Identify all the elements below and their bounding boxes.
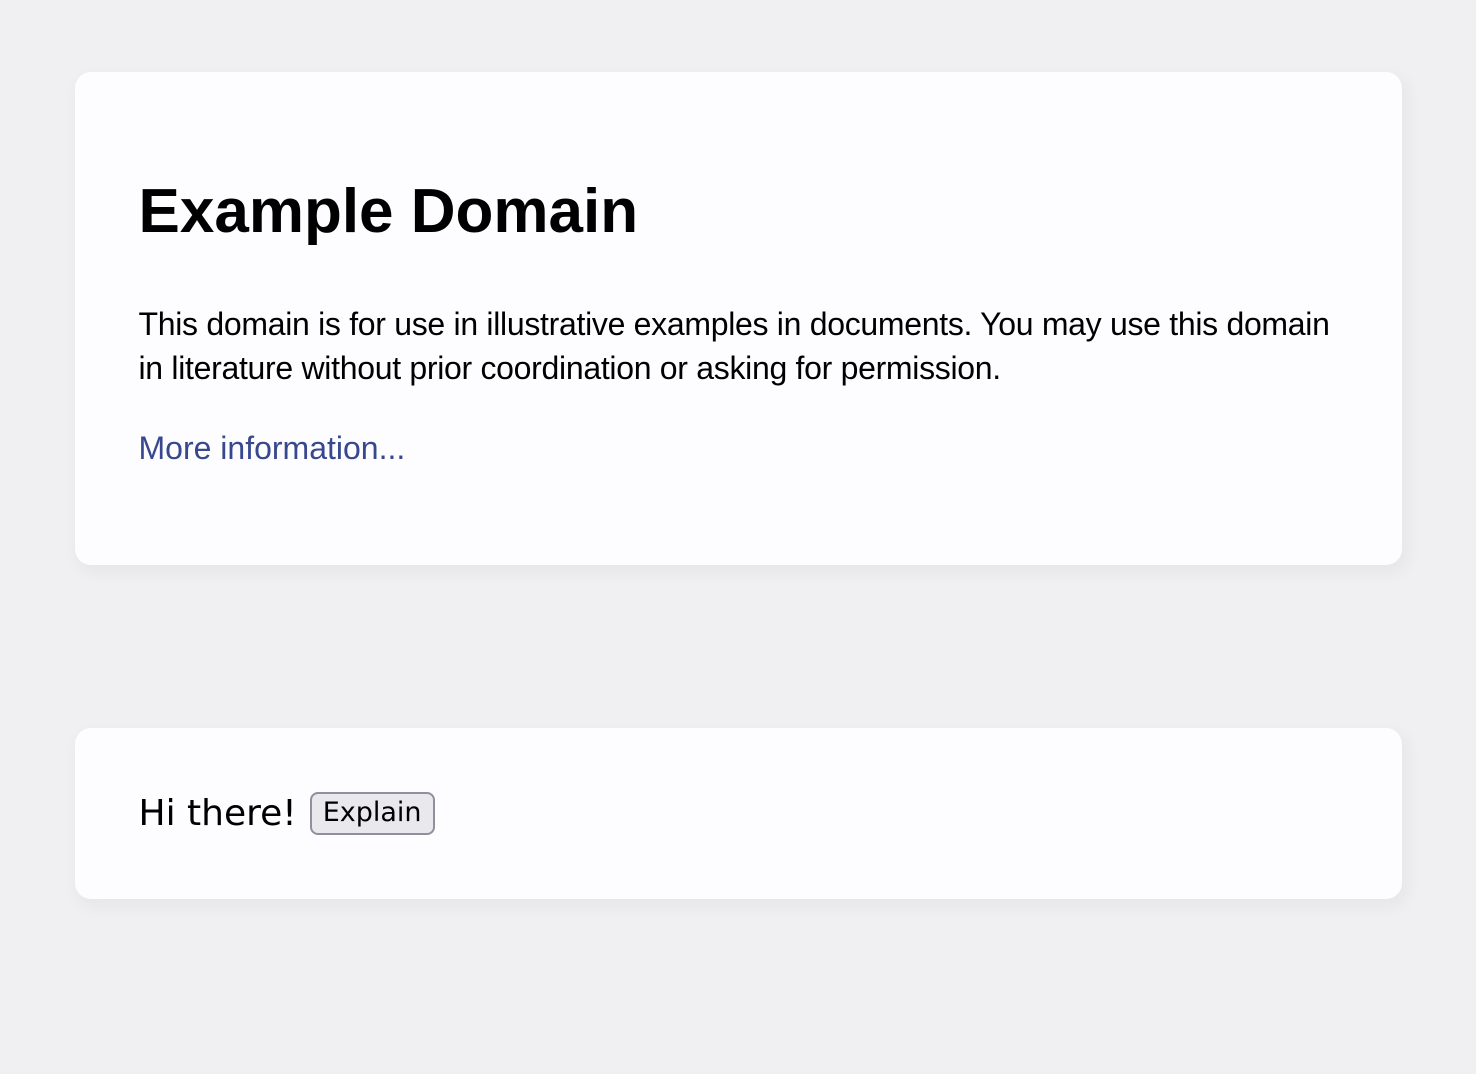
page-background: Example Domain This domain is for use in… <box>0 72 1476 899</box>
body-text: This domain is for use in illustrative e… <box>139 302 1338 390</box>
greeting-text: Hi there! <box>139 793 297 834</box>
example-domain-card: Example Domain This domain is for use in… <box>75 72 1402 565</box>
page-title: Example Domain <box>139 72 1338 243</box>
link-row: More information... <box>139 426 1338 470</box>
assistant-widget-card: Hi there! Explain <box>75 728 1402 899</box>
more-information-link[interactable]: More information... <box>139 430 406 466</box>
explain-button[interactable]: Explain <box>310 792 435 834</box>
